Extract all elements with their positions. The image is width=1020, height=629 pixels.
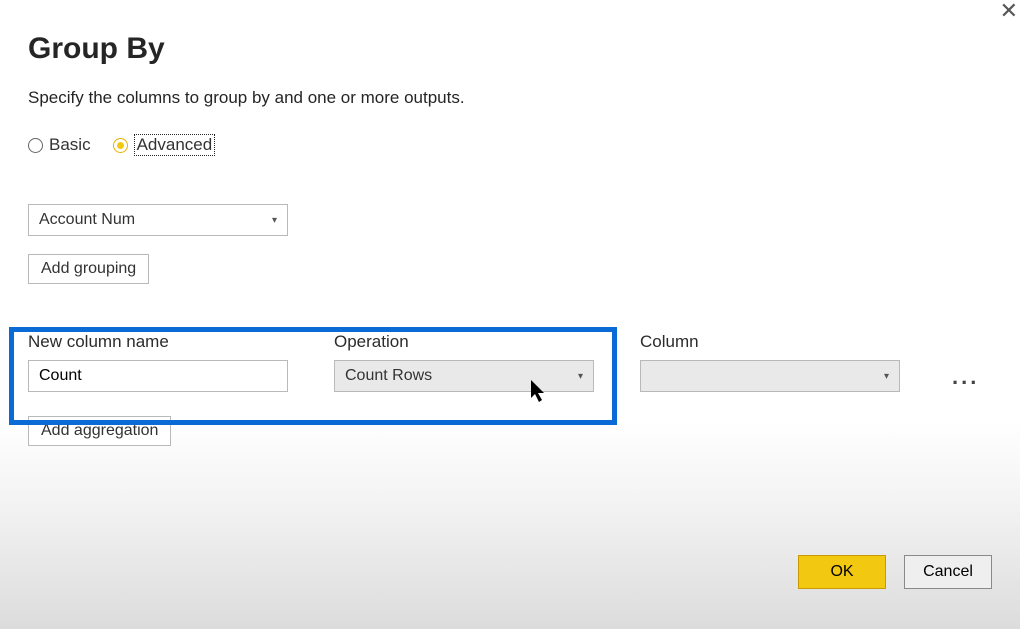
aggregation-row: New column name Operation Count Rows ▾ C… (28, 332, 992, 392)
new-column-name-input[interactable] (28, 360, 288, 392)
column-select[interactable]: ▾ (640, 360, 900, 392)
dialog-footer: OK Cancel (798, 555, 992, 589)
cancel-button[interactable]: Cancel (904, 555, 992, 589)
group-column-select[interactable]: Account Num ▾ (28, 204, 288, 236)
mode-radio-group: Basic Advanced (28, 134, 992, 156)
radio-advanced[interactable]: Advanced (113, 134, 216, 156)
operation-select[interactable]: Count Rows ▾ (334, 360, 594, 392)
close-icon[interactable]: ✕ (1000, 0, 1018, 22)
add-aggregation-button[interactable]: Add aggregation (28, 416, 171, 446)
group-by-dialog: ✕ Group By Specify the columns to group … (0, 0, 1020, 629)
ok-button[interactable]: OK (798, 555, 886, 589)
chevron-down-icon: ▾ (272, 215, 277, 226)
radio-basic[interactable]: Basic (28, 135, 91, 155)
radio-advanced-label: Advanced (134, 134, 216, 156)
chevron-down-icon: ▾ (578, 371, 583, 382)
operation-value: Count Rows (345, 367, 432, 385)
add-grouping-button[interactable]: Add grouping (28, 254, 149, 284)
more-options-button[interactable]: ... (946, 366, 985, 388)
dialog-subtitle: Specify the columns to group by and one … (28, 88, 992, 108)
new-column-name-label: New column name (28, 332, 288, 352)
dialog-title: Group By (28, 32, 992, 66)
radio-icon (28, 138, 43, 153)
group-column-value: Account Num (39, 211, 135, 229)
chevron-down-icon: ▾ (884, 371, 889, 382)
column-label: Column (640, 332, 900, 352)
radio-basic-label: Basic (49, 135, 91, 155)
radio-icon (113, 138, 128, 153)
operation-label: Operation (334, 332, 594, 352)
